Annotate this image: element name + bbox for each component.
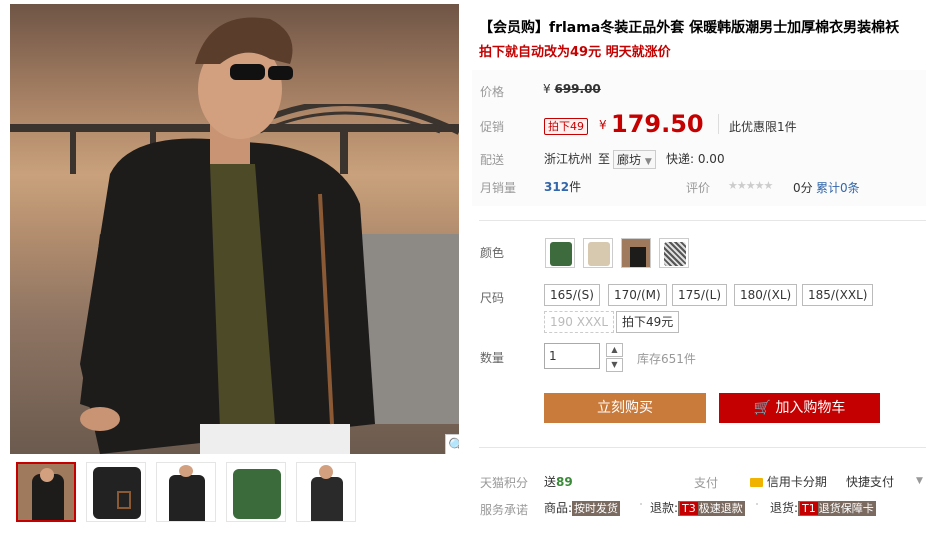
- color-swatch-green[interactable]: [545, 238, 575, 268]
- size-option-xxl[interactable]: 185/(XXL): [802, 284, 874, 306]
- price-divider: [718, 114, 719, 134]
- quantity-down-icon[interactable]: ▼: [606, 358, 623, 372]
- size-option-xxxl: 190 XXXL: [544, 311, 615, 333]
- rating-stars-icon: ★★★★★: [728, 179, 773, 192]
- service-goods[interactable]: 商品: 按时发货: [544, 499, 621, 516]
- size-option-l[interactable]: 175/(L): [672, 284, 727, 306]
- product-subtitle: 拍下就自动改为49元 明天就涨价: [479, 45, 671, 60]
- color-swatch-black[interactable]: [621, 238, 651, 268]
- service-goods-tag: 按时发货: [572, 501, 621, 516]
- promo-label: 促销: [480, 120, 505, 134]
- buy-now-button[interactable]: 立刻购买: [544, 393, 706, 423]
- product-title: 【会员购】frlama冬装正品外套 保暖韩版潮男士加厚棉衣男装棉袄: [479, 20, 900, 36]
- review-score: 0分: [793, 181, 813, 195]
- dot-separator: [640, 503, 642, 505]
- points-send: 送: [544, 475, 557, 489]
- model-figure: [80, 17, 375, 454]
- service-goods-label: 商品:: [544, 501, 573, 515]
- promo-limit: 此优惠限1件: [729, 120, 797, 134]
- thumbnail-3[interactable]: [156, 462, 216, 522]
- delivery-to-word: 至: [598, 152, 611, 166]
- size-option-m[interactable]: 170/(M): [608, 284, 667, 306]
- sales-unit: 件: [569, 180, 582, 194]
- currency-symbol: ¥: [543, 82, 551, 96]
- delivery-city: 廊坊: [617, 153, 642, 167]
- service-return[interactable]: 退货: T1 退货保障卡: [770, 499, 876, 516]
- dot-separator: [756, 503, 758, 505]
- thumbnail-4[interactable]: [226, 462, 286, 522]
- color-options: [545, 238, 689, 268]
- thumbnail-5[interactable]: [296, 462, 356, 522]
- credit-card-icon: [750, 478, 763, 487]
- service-refund-tag: 极速退款: [698, 502, 743, 515]
- sales-label: 月销量: [480, 181, 517, 195]
- sales-count: 312: [544, 180, 570, 194]
- points-label: 天猫积分: [480, 476, 529, 490]
- color-swatch-beige[interactable]: [583, 238, 613, 268]
- promo-tag-wrap: 拍下49: [544, 115, 588, 135]
- bottom-divider: [479, 447, 926, 448]
- points-value-wrap: 送89: [544, 473, 573, 490]
- express-pay: 快捷支付: [846, 475, 895, 489]
- product-main-image[interactable]: 🔍: [10, 4, 459, 454]
- review-count-link[interactable]: 累计0条: [816, 179, 860, 196]
- price-label: 价格: [480, 85, 505, 99]
- points-value: 89: [556, 475, 573, 489]
- quantity-up-icon[interactable]: ▲: [606, 343, 623, 357]
- delivery-from: 浙江杭州: [544, 152, 593, 166]
- service-return-code: T1: [800, 502, 818, 515]
- size-option-promo[interactable]: 拍下49元: [616, 311, 680, 333]
- promo-price: 179.50: [611, 110, 704, 138]
- thumbnail-strip: [16, 462, 356, 522]
- sales-count-wrap: 312件: [544, 178, 581, 195]
- thumbnail-2[interactable]: [86, 462, 146, 522]
- service-refund-label: 退款:: [650, 501, 679, 515]
- size-option-s[interactable]: 165/(S): [544, 284, 600, 306]
- chevron-down-icon: ▼: [644, 157, 652, 167]
- add-to-cart-label: 加入购物车: [775, 400, 846, 416]
- stock-info: 库存651件: [637, 352, 696, 366]
- credit-installment-label: 信用卡分期: [766, 475, 827, 489]
- color-label: 颜色: [480, 246, 505, 260]
- credit-installment[interactable]: 信用卡分期: [750, 473, 827, 490]
- section-divider: [479, 220, 926, 221]
- add-to-cart-button[interactable]: 🛒 加入购物车: [719, 393, 880, 423]
- cart-icon: 🛒: [753, 400, 771, 416]
- service-return-label: 退货:: [770, 501, 799, 515]
- original-price-value: 699.00: [554, 82, 601, 96]
- quantity-input[interactable]: 1: [544, 343, 600, 369]
- service-refund-code: T3: [680, 502, 698, 515]
- review-label: 评价: [686, 181, 711, 195]
- thumbnail-1[interactable]: [16, 462, 76, 522]
- delivery-city-select[interactable]: 廊坊 ▼: [613, 149, 656, 169]
- size-label: 尺码: [480, 291, 505, 305]
- zoom-icon[interactable]: 🔍: [445, 434, 459, 454]
- color-swatch-grey[interactable]: [659, 238, 689, 268]
- promo-tag: 拍下49: [544, 118, 588, 135]
- pay-label: 支付: [694, 476, 719, 490]
- delivery-label: 配送: [480, 153, 505, 167]
- service-label: 服务承诺: [480, 503, 529, 517]
- chevron-down-icon[interactable]: ▼: [916, 476, 923, 486]
- express-fee: 快递: 0.00: [666, 152, 725, 166]
- size-option-xl[interactable]: 180/(XL): [734, 284, 798, 306]
- quantity-label: 数量: [480, 351, 505, 365]
- service-refund[interactable]: 退款: T3 极速退款: [650, 499, 745, 516]
- original-price: ¥ 699.00: [543, 82, 601, 96]
- promo-currency: ¥: [599, 118, 607, 132]
- service-return-tag: 退货保障卡: [818, 502, 874, 515]
